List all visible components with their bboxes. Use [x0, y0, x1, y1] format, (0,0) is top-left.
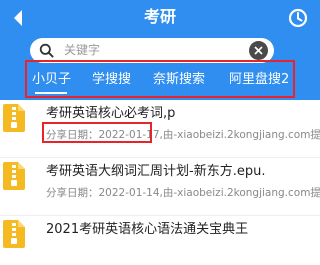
list-item[interactable]: 2021考研英语核心语法通关宝典王: [0, 216, 320, 265]
item-meta: 分享日期：2022-01-14,由-xiaobeizi.2kongjiang.c…: [46, 185, 320, 201]
item-title: 2021考研英语核心语法通关宝典王: [46, 222, 249, 237]
clock-icon: [288, 8, 308, 28]
search-engine-tabs: 小贝子 学搜搜 奈斯搜索 阿里盘搜2: [25, 60, 295, 98]
search-icon: [39, 43, 54, 58]
app-header: 考研 小贝子 学搜搜 奈斯搜索 阿里盘搜2: [0, 0, 320, 100]
history-button[interactable]: [280, 0, 316, 36]
active-tab-indicator: [35, 92, 67, 94]
item-title: 考研英语大纲词汇周计划-新东方.epu.: [46, 164, 266, 179]
tab-naisi-search[interactable]: 奈斯搜索: [153, 70, 205, 90]
close-icon: [254, 46, 263, 55]
zip-file-icon: [3, 104, 25, 132]
item-title: 考研英语核心必考词,p: [46, 106, 176, 121]
share-date-label: 分享日期：: [46, 187, 99, 199]
zip-file-icon: [3, 162, 25, 190]
clear-search-button[interactable]: [249, 41, 268, 60]
page-title: 考研: [143, 7, 176, 26]
search-input[interactable]: [64, 39, 234, 61]
share-date: 2022-01-14,: [98, 187, 163, 199]
tab-alipansou2[interactable]: 阿里盘搜2: [229, 70, 289, 90]
list-item[interactable]: 考研英语大纲词汇周计划-新东方.epu. 分享日期：2022-01-14,由-x…: [0, 158, 320, 216]
date-highlight-box: [42, 122, 152, 143]
item-source: 由-xiaobeizi.2kongjiang.com提供: [162, 129, 320, 141]
item-source: 由-xiaobeizi.2kongjiang.com提供: [162, 187, 320, 199]
tab-xuesousou[interactable]: 学搜搜: [92, 70, 131, 90]
zip-file-icon: [3, 220, 25, 248]
tab-xiaobeizi[interactable]: 小贝子: [32, 70, 71, 90]
